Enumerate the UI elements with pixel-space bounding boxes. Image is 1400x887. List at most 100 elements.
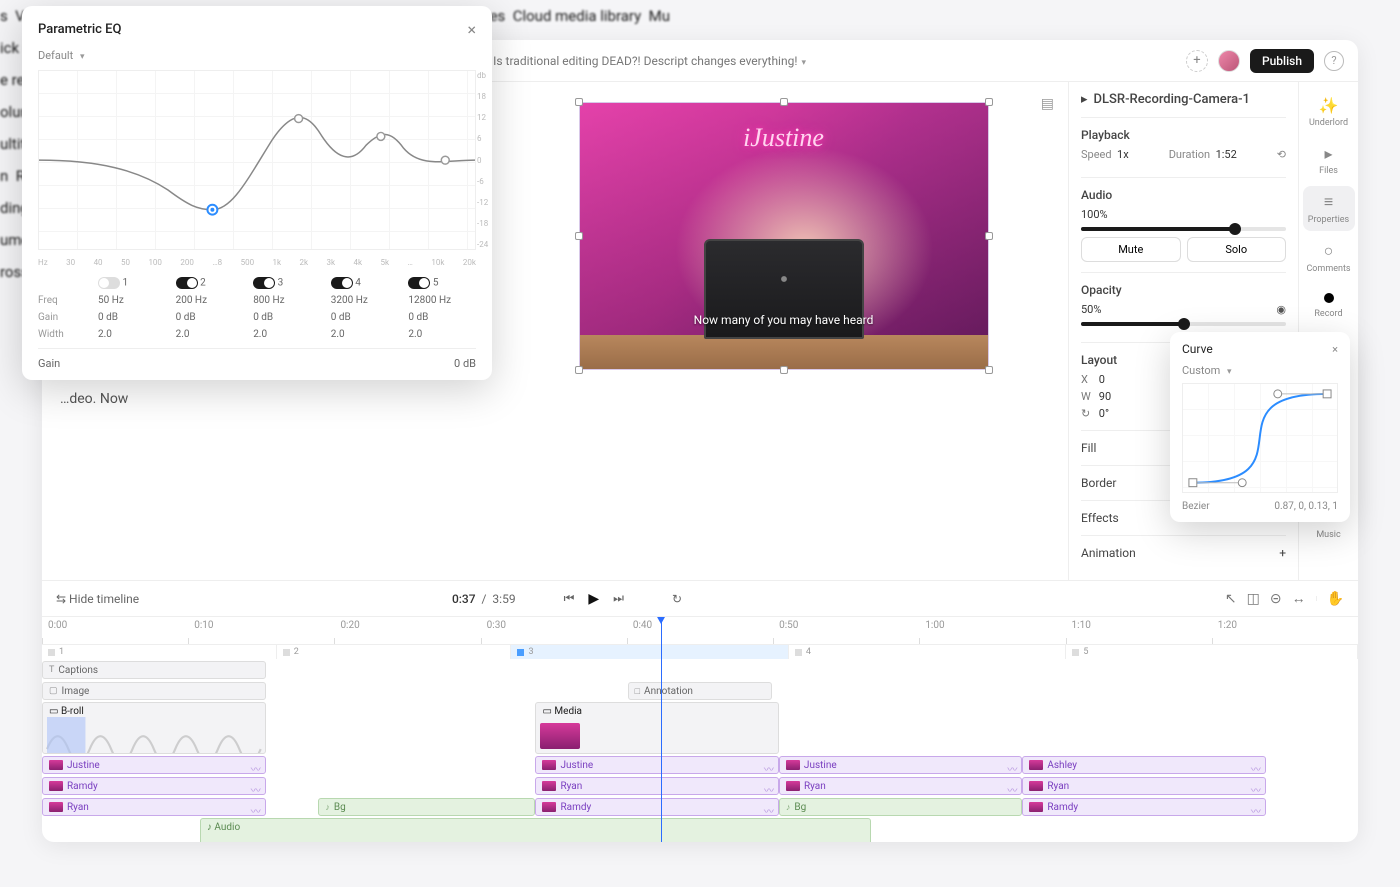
timeline-ruler[interactable]: 0:00 0:10 0:20 0:30 0:40 0:50 1:00 1:10 …	[42, 617, 1358, 645]
publish-button[interactable]: Publish	[1250, 49, 1314, 73]
scene-marker[interactable]: 3	[511, 645, 788, 659]
band-toggle[interactable]	[331, 277, 353, 289]
eq-width-input[interactable]: 2.0	[176, 329, 244, 340]
speaker-clip[interactable]: Ashley〰	[1022, 756, 1265, 774]
loop-playback-icon[interactable]: ↻	[672, 592, 682, 606]
play-button[interactable]: ▶	[588, 591, 599, 607]
eq-gain-input[interactable]: 0 dB	[176, 312, 244, 323]
eq-width-input[interactable]: 2.0	[98, 329, 166, 340]
image-clip[interactable]: ▢Image	[42, 682, 266, 700]
resize-handle[interactable]	[780, 98, 788, 106]
eq-gain-input[interactable]: 0 dB	[253, 312, 321, 323]
pointer-tool-icon[interactable]: ↖	[1225, 591, 1237, 607]
resize-handle[interactable]	[575, 366, 583, 374]
speaker-clip[interactable]: Ryan〰	[535, 777, 778, 795]
scene-marker[interactable]: 1	[42, 645, 277, 659]
sidebar-item-comments[interactable]: ○Comments	[1303, 235, 1355, 280]
add-collaborator-button[interactable]: +	[1186, 50, 1208, 72]
scene-marker[interactable]: 4	[789, 645, 1066, 659]
bg-clip[interactable]: ♪Bg	[318, 798, 535, 816]
eq-width-input[interactable]: 2.0	[253, 329, 321, 340]
eq-width-input[interactable]: 2.0	[331, 329, 399, 340]
eq-master-gain-value[interactable]: 0 dB	[454, 357, 476, 370]
eq-preset-dropdown[interactable]: Default ▾	[38, 49, 476, 62]
stretch-tool-icon[interactable]: ↔	[1292, 590, 1306, 607]
hide-timeline-button[interactable]: ⇆ Hide timeline	[56, 592, 139, 606]
scene-marker[interactable]: 2	[277, 645, 512, 659]
speaker-clip[interactable]: Justine〰	[535, 756, 778, 774]
help-icon[interactable]: ?	[1324, 51, 1344, 71]
video-preview[interactable]: iJustine Now many of you may have heard	[579, 102, 989, 370]
speaker-clip[interactable]: Ramdy〰	[535, 798, 778, 816]
bg-clip[interactable]: ♪Bg	[779, 798, 1022, 816]
resize-handle[interactable]	[575, 98, 583, 106]
loop-icon[interactable]: ⟲	[1277, 148, 1286, 161]
resize-handle[interactable]	[985, 98, 993, 106]
band-toggle[interactable]	[176, 277, 198, 289]
solo-button[interactable]: Solo	[1187, 237, 1287, 262]
speaker-clip[interactable]: Ryan〰	[1022, 777, 1265, 795]
scene-marker[interactable]: 5	[1066, 645, 1358, 659]
playback-speed-value[interactable]: 1x	[1117, 148, 1129, 161]
eq-freq-input[interactable]: 12800 Hz	[408, 295, 476, 306]
close-icon[interactable]: ×	[467, 20, 476, 39]
curve-graph[interactable]	[1182, 383, 1338, 493]
annotation-clip[interactable]: □Annotation	[628, 682, 773, 700]
speaker-clip[interactable]: Ramdy〰	[1022, 798, 1265, 816]
link-tool-icon[interactable]: ⊝	[1270, 591, 1282, 607]
playhead[interactable]	[661, 617, 662, 842]
eq-freq-input[interactable]: 3200 Hz	[331, 295, 399, 306]
eq-freq-input[interactable]: 800 Hz	[253, 295, 321, 306]
bezier-value[interactable]: 0.87, 0, 0.13, 1	[1274, 501, 1338, 512]
audio-clip[interactable]: ♪ Audio	[200, 818, 871, 842]
audio-volume-slider[interactable]	[1081, 227, 1286, 231]
resize-handle[interactable]	[985, 366, 993, 374]
skip-forward-icon[interactable]: ⏭	[613, 591, 624, 606]
hand-tool-icon[interactable]: ✋	[1327, 591, 1344, 607]
mute-button[interactable]: Mute	[1081, 237, 1181, 262]
sidebar-item-properties[interactable]: ≡Properties	[1303, 186, 1355, 231]
layout-x-input[interactable]: 0	[1099, 373, 1181, 386]
eq-width-input[interactable]: 2.0	[408, 329, 476, 340]
breadcrumb-title[interactable]: Is traditional editing DEAD?! Descript c…	[493, 54, 806, 68]
resize-handle[interactable]	[575, 232, 583, 240]
canvas-layout-icon[interactable]: ▤	[1041, 96, 1054, 112]
plus-icon[interactable]: +	[1279, 546, 1286, 560]
broll-clip[interactable]: ▭ B-roll	[42, 702, 266, 754]
resize-handle[interactable]	[985, 232, 993, 240]
band-toggle[interactable]	[408, 277, 430, 289]
eq-freq-input[interactable]: 50 Hz	[98, 295, 166, 306]
eraser-tool-icon[interactable]: ◫	[1247, 591, 1260, 607]
animation-section[interactable]: Animation+	[1081, 535, 1286, 570]
eq-graph[interactable]: db181260-6-12-18-24	[38, 70, 476, 250]
curve-panel[interactable]: Curve × Custom ▾ Bezier 0.87, 0, 0.13, 1	[1170, 332, 1350, 522]
speaker-clip[interactable]: Ramdy〰	[42, 777, 266, 795]
close-icon[interactable]: ×	[1332, 343, 1338, 356]
avatar[interactable]	[1218, 50, 1240, 72]
media-clip[interactable]: ▭ Media	[535, 702, 778, 754]
eq-gain-input[interactable]: 0 dB	[331, 312, 399, 323]
captions-clip[interactable]: TCaptions	[42, 661, 266, 679]
skip-back-icon[interactable]: ⏮	[564, 591, 575, 606]
speaker-clip[interactable]: Ryan〰	[42, 798, 266, 816]
files-icon: ▸	[1324, 144, 1332, 163]
sidebar-item-files[interactable]: ▸Files	[1303, 138, 1355, 182]
eye-icon[interactable]: ◉	[1276, 303, 1286, 316]
sidebar-item-underlord[interactable]: ✨Underlord	[1303, 90, 1355, 134]
layout-w-input[interactable]: 90	[1099, 390, 1181, 403]
speaker-clip[interactable]: Ryan〰	[779, 777, 1022, 795]
sidebar-item-record[interactable]: Record	[1303, 284, 1355, 325]
parametric-eq-panel[interactable]: Parametric EQ × Default ▾ db181260-6-12-…	[22, 6, 492, 380]
speaker-clip[interactable]: Justine〰	[42, 756, 266, 774]
eq-gain-input[interactable]: 0 dB	[408, 312, 476, 323]
timeline[interactable]: 0:00 0:10 0:20 0:30 0:40 0:50 1:00 1:10 …	[42, 617, 1358, 842]
opacity-slider[interactable]	[1081, 322, 1286, 326]
curve-preset-dropdown[interactable]: Custom ▾	[1182, 364, 1338, 377]
speaker-clip[interactable]: Justine〰	[779, 756, 1022, 774]
band-toggle[interactable]	[253, 277, 275, 289]
resize-handle[interactable]	[780, 366, 788, 374]
eq-gain-input[interactable]: 0 dB	[98, 312, 166, 323]
layout-rotation-input[interactable]: 0°	[1099, 407, 1181, 420]
eq-freq-input[interactable]: 200 Hz	[176, 295, 244, 306]
band-toggle[interactable]	[98, 277, 120, 289]
